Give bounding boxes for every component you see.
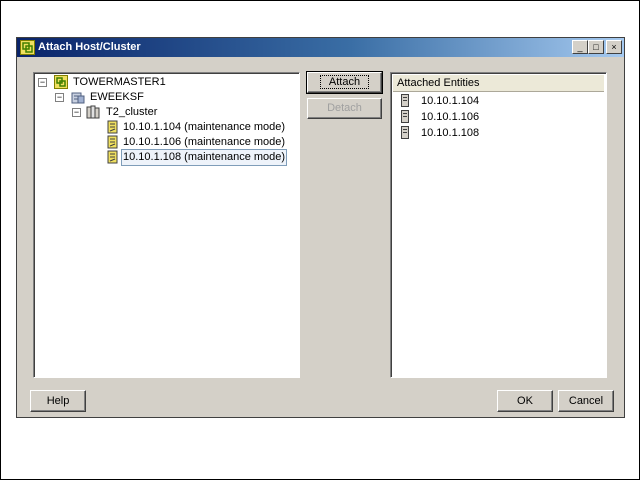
detach-button[interactable]: Detach xyxy=(307,98,382,119)
tree-node-label: 10.10.1.108 (maintenance mode) xyxy=(121,149,288,166)
host-maintenance-icon xyxy=(107,150,118,164)
collapse-icon[interactable]: − xyxy=(38,78,47,87)
list-header-attached-entities[interactable]: Attached Entities xyxy=(393,75,604,92)
attach-host-cluster-dialog: Attach Host/Cluster _ □ × − TOWERMASTER1… xyxy=(16,37,625,418)
attach-button[interactable]: Attach xyxy=(306,71,383,94)
vcenter-icon xyxy=(20,40,35,55)
collapse-icon[interactable]: − xyxy=(72,108,81,117)
attach-button-label: Attach xyxy=(319,75,370,89)
list-item-label: 10.10.1.106 xyxy=(421,111,480,123)
title-bar[interactable]: Attach Host/Cluster _ □ × xyxy=(17,38,624,57)
collapse-icon[interactable]: − xyxy=(55,93,64,102)
window-title: Attach Host/Cluster xyxy=(38,41,141,53)
host-icon xyxy=(401,94,409,107)
host-maintenance-icon xyxy=(107,135,118,149)
vcenter-icon xyxy=(54,75,68,89)
tree-node-label: 10.10.1.106 (maintenance mode) xyxy=(123,136,286,148)
ok-button[interactable]: OK xyxy=(497,390,553,412)
help-button[interactable]: Help xyxy=(30,390,86,412)
tree-node-label: 10.10.1.104 (maintenance mode) xyxy=(123,121,286,133)
inventory-tree[interactable]: − TOWERMASTER1 − EWEEKSF − T2_cluster 10… xyxy=(33,72,300,378)
list-item-label: 10.10.1.108 xyxy=(421,127,480,139)
host-icon xyxy=(401,110,409,123)
maximize-button[interactable]: □ xyxy=(588,40,604,54)
datacenter-icon xyxy=(71,92,85,104)
tree-node-label: T2_cluster xyxy=(106,106,158,118)
cancel-button[interactable]: Cancel xyxy=(558,390,614,412)
tree-node-label: TOWERMASTER1 xyxy=(73,76,166,88)
cluster-icon xyxy=(86,105,100,119)
list-item-label: 10.10.1.104 xyxy=(421,95,480,107)
tree-node-label: EWEEKSF xyxy=(90,91,144,103)
minimize-button[interactable]: _ xyxy=(572,40,588,54)
attached-entities-list[interactable]: Attached Entities 10.10.1.104 10.10.1.10… xyxy=(390,72,607,378)
close-button[interactable]: × xyxy=(606,40,622,54)
host-icon xyxy=(401,126,409,139)
host-maintenance-icon xyxy=(107,120,118,134)
